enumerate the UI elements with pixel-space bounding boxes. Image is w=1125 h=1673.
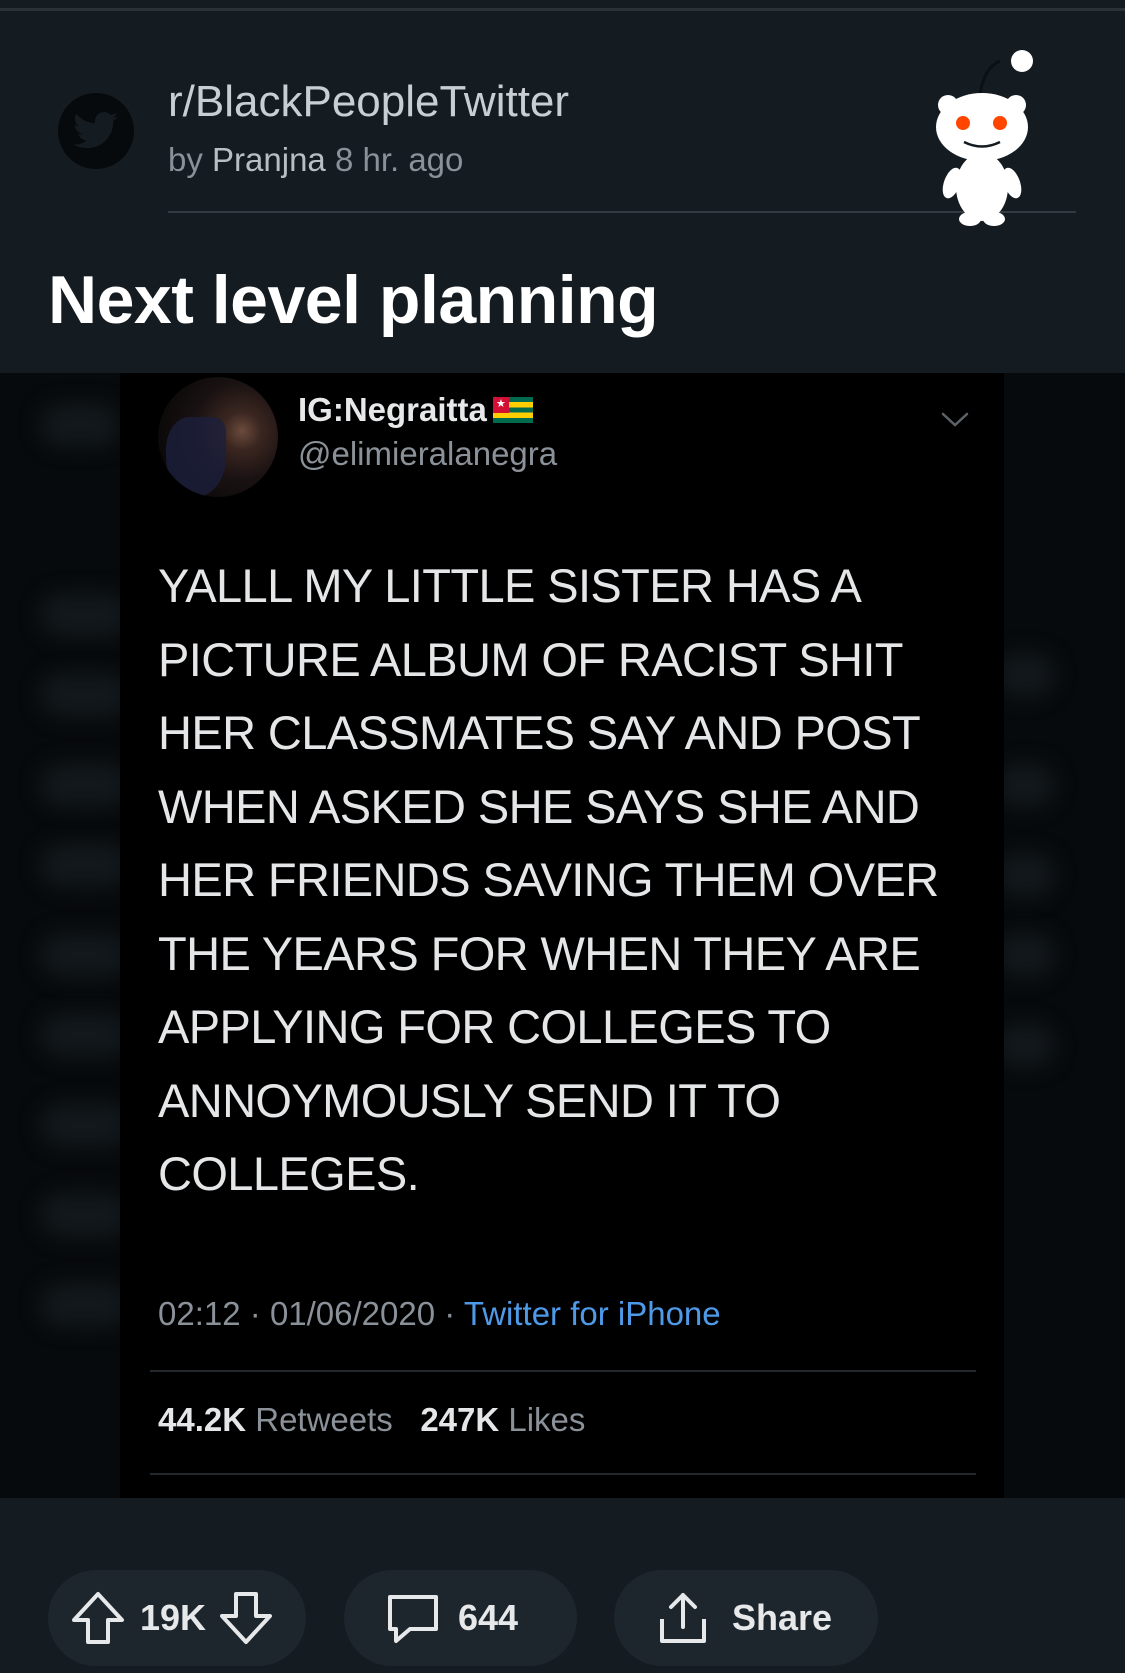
share-label: Share bbox=[732, 1597, 833, 1638]
post-screen: r/BlackPeopleTwitter by Pranjna 8 hr. ag… bbox=[0, 0, 1125, 1673]
likes-count: 247K bbox=[420, 1401, 500, 1438]
post-byline: by Pranjna 8 hr. ago bbox=[168, 141, 463, 179]
display-name: IG:Negraitta bbox=[298, 391, 487, 428]
blurred-background bbox=[40, 593, 130, 637]
snoo-mascot-icon bbox=[936, 50, 1033, 226]
upvote-icon[interactable] bbox=[68, 1588, 128, 1648]
blurred-background bbox=[40, 403, 120, 447]
twitter-bird-icon bbox=[73, 112, 119, 149]
meta-separator: · bbox=[249, 1295, 261, 1332]
tweet-source-link[interactable]: Twitter for iPhone bbox=[464, 1295, 721, 1332]
share-button[interactable]: Share bbox=[614, 1570, 878, 1666]
post-media[interactable]: IG:Negraitta ★ @elimieralanegra YALLL MY… bbox=[0, 373, 1125, 1498]
vote-count: 19K bbox=[140, 1597, 207, 1638]
chevron-down-icon[interactable] bbox=[940, 409, 970, 429]
tweet-divider bbox=[150, 1370, 976, 1372]
downvote-icon[interactable] bbox=[216, 1588, 276, 1648]
likes-label: Likes bbox=[508, 1401, 586, 1438]
author-name[interactable]: Pranjna bbox=[212, 141, 326, 178]
blurred-background bbox=[40, 1103, 130, 1147]
tweet-time: 02:12 bbox=[158, 1295, 241, 1332]
blurred-background bbox=[995, 933, 1055, 977]
blurred-background bbox=[40, 1283, 130, 1327]
blurred-background bbox=[40, 1193, 130, 1237]
blurred-background bbox=[995, 653, 1055, 697]
tweet-text: YALLL MY LITTLE SISTER HAS A PICTURE ALB… bbox=[158, 559, 939, 1200]
post-age: 8 hr. ago bbox=[334, 141, 464, 178]
comments-button[interactable]: 644 bbox=[344, 1570, 577, 1666]
blurred-background bbox=[40, 933, 130, 977]
blurred-background bbox=[40, 843, 130, 887]
subreddit-avatar[interactable] bbox=[58, 93, 134, 169]
tweet-stats: 44.2K Retweets 247K Likes bbox=[158, 1401, 585, 1439]
togo-flag-icon: ★ bbox=[492, 397, 533, 423]
post-title[interactable]: Next level planning bbox=[48, 261, 659, 339]
post-header: r/BlackPeopleTwitter by Pranjna 8 hr. ag… bbox=[0, 11, 1125, 373]
share-icon bbox=[660, 1593, 706, 1643]
blurred-background bbox=[995, 1023, 1055, 1067]
tweet-author-avatar[interactable] bbox=[158, 377, 278, 497]
blurred-background bbox=[995, 763, 1055, 807]
meta-separator: · bbox=[444, 1295, 456, 1332]
retweets-count: 44.2K bbox=[158, 1401, 247, 1438]
comment-count: 644 bbox=[458, 1597, 519, 1638]
avatar-photo bbox=[166, 417, 226, 497]
tweet-author-handle[interactable]: @elimieralanegra bbox=[298, 435, 557, 473]
blurred-background bbox=[40, 763, 130, 807]
tweet-divider bbox=[150, 1473, 976, 1475]
blurred-background bbox=[995, 853, 1055, 897]
tweet-card: IG:Negraitta ★ @elimieralanegra YALLL MY… bbox=[120, 373, 1004, 1498]
tweet-author-name[interactable]: IG:Negraitta ★ bbox=[298, 391, 533, 429]
post-action-bar: 19K 644 Share bbox=[0, 1498, 1125, 1673]
comment-bubble-icon bbox=[388, 1595, 438, 1643]
tweet-meta: 02:12 · 01/06/2020 · Twitter for iPhone bbox=[158, 1295, 721, 1333]
blurred-background bbox=[40, 673, 130, 717]
tweet-date: 01/06/2020 bbox=[269, 1295, 436, 1332]
by-label: by bbox=[168, 141, 203, 178]
subreddit-name[interactable]: r/BlackPeopleTwitter bbox=[168, 77, 569, 127]
blurred-background bbox=[40, 1013, 130, 1057]
vote-control: 19K bbox=[48, 1570, 306, 1666]
retweets-label: Retweets bbox=[255, 1401, 393, 1438]
